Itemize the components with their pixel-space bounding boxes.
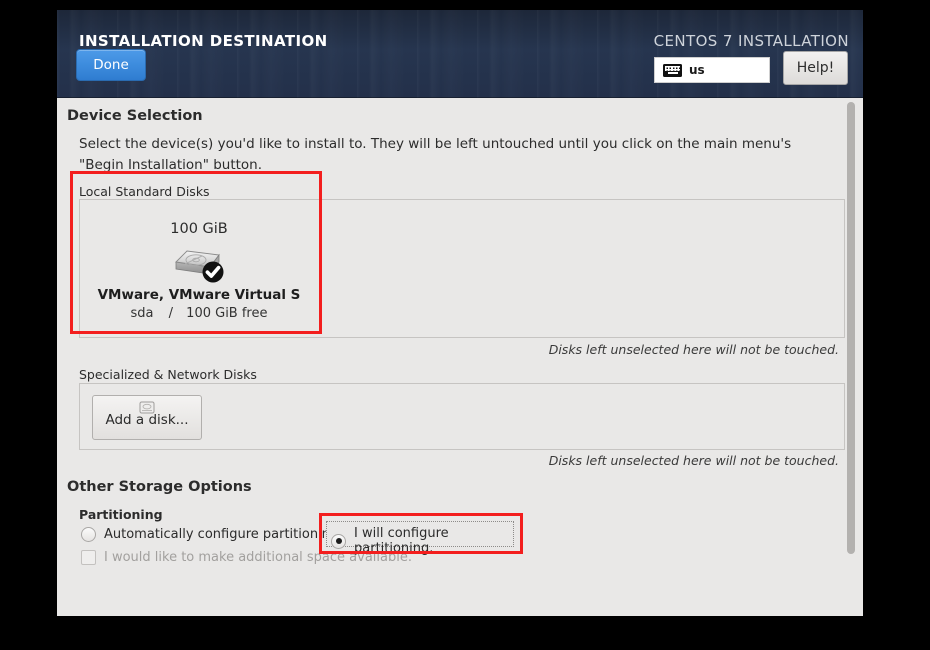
disk-model: VMware, VMware Virtual S bbox=[97, 287, 301, 303]
add-a-disk-button[interactable]: Add a disk... bbox=[92, 395, 202, 440]
partitioning-label: Partitioning bbox=[79, 507, 163, 522]
add-a-disk-label: Add a disk... bbox=[105, 412, 189, 428]
page-title: INSTALLATION DESTINATION bbox=[79, 32, 328, 50]
other-storage-options-heading: Other Storage Options bbox=[67, 479, 252, 495]
disk-details: sda / 100 GiB free bbox=[91, 306, 307, 321]
installer-header: INSTALLATION DESTINATION CENTOS 7 INSTAL… bbox=[57, 10, 863, 98]
local-standard-disks-label: Local Standard Disks bbox=[79, 184, 210, 199]
radio-automatic-partitioning[interactable]: Automatically configure partitioning. bbox=[81, 527, 342, 542]
help-button[interactable]: Help! bbox=[783, 51, 848, 85]
device-selection-description: Select the device(s) you'd like to insta… bbox=[79, 136, 792, 173]
hard-disk-icon bbox=[172, 244, 226, 284]
vertical-scrollbar-thumb[interactable] bbox=[847, 102, 855, 554]
disk-device-name: sda bbox=[130, 306, 154, 321]
radio-manual-partitioning[interactable]: I will configure partitioning. bbox=[326, 521, 514, 556]
specialized-disks-hint: Disks left unselected here will not be t… bbox=[548, 453, 839, 468]
local-disks-hint: Disks left unselected here will not be t… bbox=[548, 342, 839, 357]
disk-card-sda[interactable]: 100 GiB VMware, VMware Virtual S sda / 1… bbox=[91, 211, 307, 338]
specialized-disks-label: Specialized & Network Disks bbox=[79, 367, 257, 382]
specialized-disks-panel: Add a disk... bbox=[79, 383, 845, 450]
radio-automatic-partitioning-label: Automatically configure partitioning. bbox=[104, 527, 343, 542]
keyboard-layout-label: us bbox=[689, 63, 705, 77]
done-button[interactable]: Done bbox=[76, 49, 146, 81]
local-disks-panel: 100 GiB VMware, VMware Virtual S sda / 1… bbox=[79, 199, 845, 338]
keyboard-layout-indicator[interactable]: us bbox=[654, 57, 770, 83]
installer-window: INSTALLATION DESTINATION CENTOS 7 INSTAL… bbox=[57, 10, 863, 616]
checkbox-additional-space-label: I would like to make additional space av… bbox=[104, 550, 412, 565]
radio-circle-selected-icon bbox=[331, 533, 346, 549]
checkbox-square-icon bbox=[81, 550, 96, 565]
radio-circle-icon bbox=[81, 527, 96, 542]
keyboard-icon bbox=[663, 63, 682, 77]
disk-add-icon bbox=[139, 399, 155, 414]
disk-detail-separator: / bbox=[168, 306, 174, 321]
disk-capacity: 100 GiB bbox=[170, 221, 228, 237]
disk-free-space: 100 GiB free bbox=[186, 306, 268, 321]
device-selection-heading: Device Selection bbox=[67, 108, 203, 124]
product-title: CENTOS 7 INSTALLATION bbox=[653, 32, 849, 50]
checkbox-additional-space: I would like to make additional space av… bbox=[81, 550, 412, 565]
vertical-scrollbar-track[interactable] bbox=[847, 98, 860, 616]
installer-body: Device Selection Select the device(s) yo… bbox=[57, 98, 863, 616]
